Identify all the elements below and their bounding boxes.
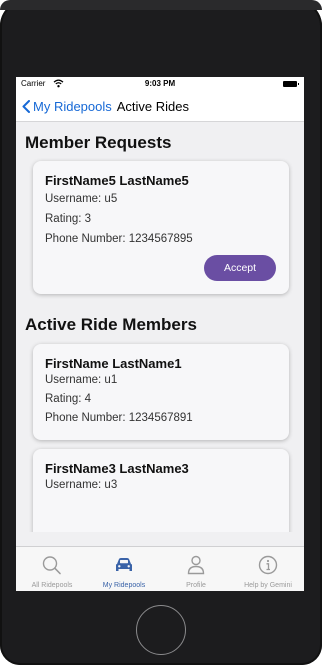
- tab-my-ridepools[interactable]: My Ridepools: [88, 547, 160, 591]
- phone-top-edge: [0, 0, 322, 10]
- member-phone: Phone Number: 1234567891: [45, 412, 193, 424]
- home-button[interactable]: [136, 605, 186, 655]
- accept-button[interactable]: Accept: [204, 255, 276, 281]
- tab-label: All Ridepools: [31, 582, 73, 589]
- member-card: FirstName3 LastName3 Username: u3: [33, 449, 289, 532]
- content-scroll-area[interactable]: Member Requests FirstName5 LastName5 Use…: [16, 122, 304, 532]
- member-rating: Rating: 4: [45, 393, 92, 405]
- request-phone: Phone Number: 1234567895: [45, 233, 193, 245]
- member-name: FirstName LastName1: [45, 356, 182, 371]
- request-name: FirstName5 LastName5: [45, 173, 189, 188]
- battery-icon: [283, 81, 299, 87]
- phone-frame: Carrier 9:03 PM My Ridepools Active Ride…: [0, 0, 322, 665]
- search-icon: [42, 556, 61, 575]
- member-name: FirstName3 LastName3: [45, 461, 189, 476]
- request-rating: Rating: 3: [45, 213, 92, 225]
- tab-label: My Ridepools: [102, 582, 146, 589]
- info-icon: [258, 555, 278, 575]
- navigation-bar: My Ridepools Active Rides: [16, 91, 304, 122]
- person-icon: [187, 555, 205, 575]
- back-button[interactable]: My Ridepools: [22, 99, 112, 114]
- member-username: Username: u3: [45, 479, 118, 491]
- member-card: FirstName LastName1 Username: u1 Rating:…: [33, 344, 289, 440]
- status-bar: Carrier 9:03 PM: [16, 77, 304, 91]
- member-username: Username: u1: [45, 374, 118, 386]
- back-button-label: My Ridepools: [33, 98, 112, 114]
- screen: Carrier 9:03 PM My Ridepools Active Ride…: [16, 77, 304, 591]
- tab-label: Profile: [186, 582, 206, 589]
- tab-help-by-gemini[interactable]: Help by Gemini: [232, 547, 304, 591]
- status-time: 9:03 PM: [144, 79, 176, 88]
- tab-all-ridepools[interactable]: All Ridepools: [16, 547, 88, 591]
- active-members-heading: Active Ride Members: [25, 315, 197, 334]
- page-title: Active Rides: [116, 98, 190, 114]
- tab-label: Help by Gemini: [244, 582, 292, 589]
- tab-bar: All Ridepools My Ridepools Profile Help …: [16, 546, 304, 591]
- chevron-left-icon: [22, 99, 30, 113]
- member-requests-heading: Member Requests: [25, 133, 172, 152]
- request-username: Username: u5: [45, 193, 118, 205]
- tab-profile[interactable]: Profile: [160, 547, 232, 591]
- car-icon: [116, 558, 132, 571]
- request-card: FirstName5 LastName5 Username: u5 Rating…: [33, 161, 289, 294]
